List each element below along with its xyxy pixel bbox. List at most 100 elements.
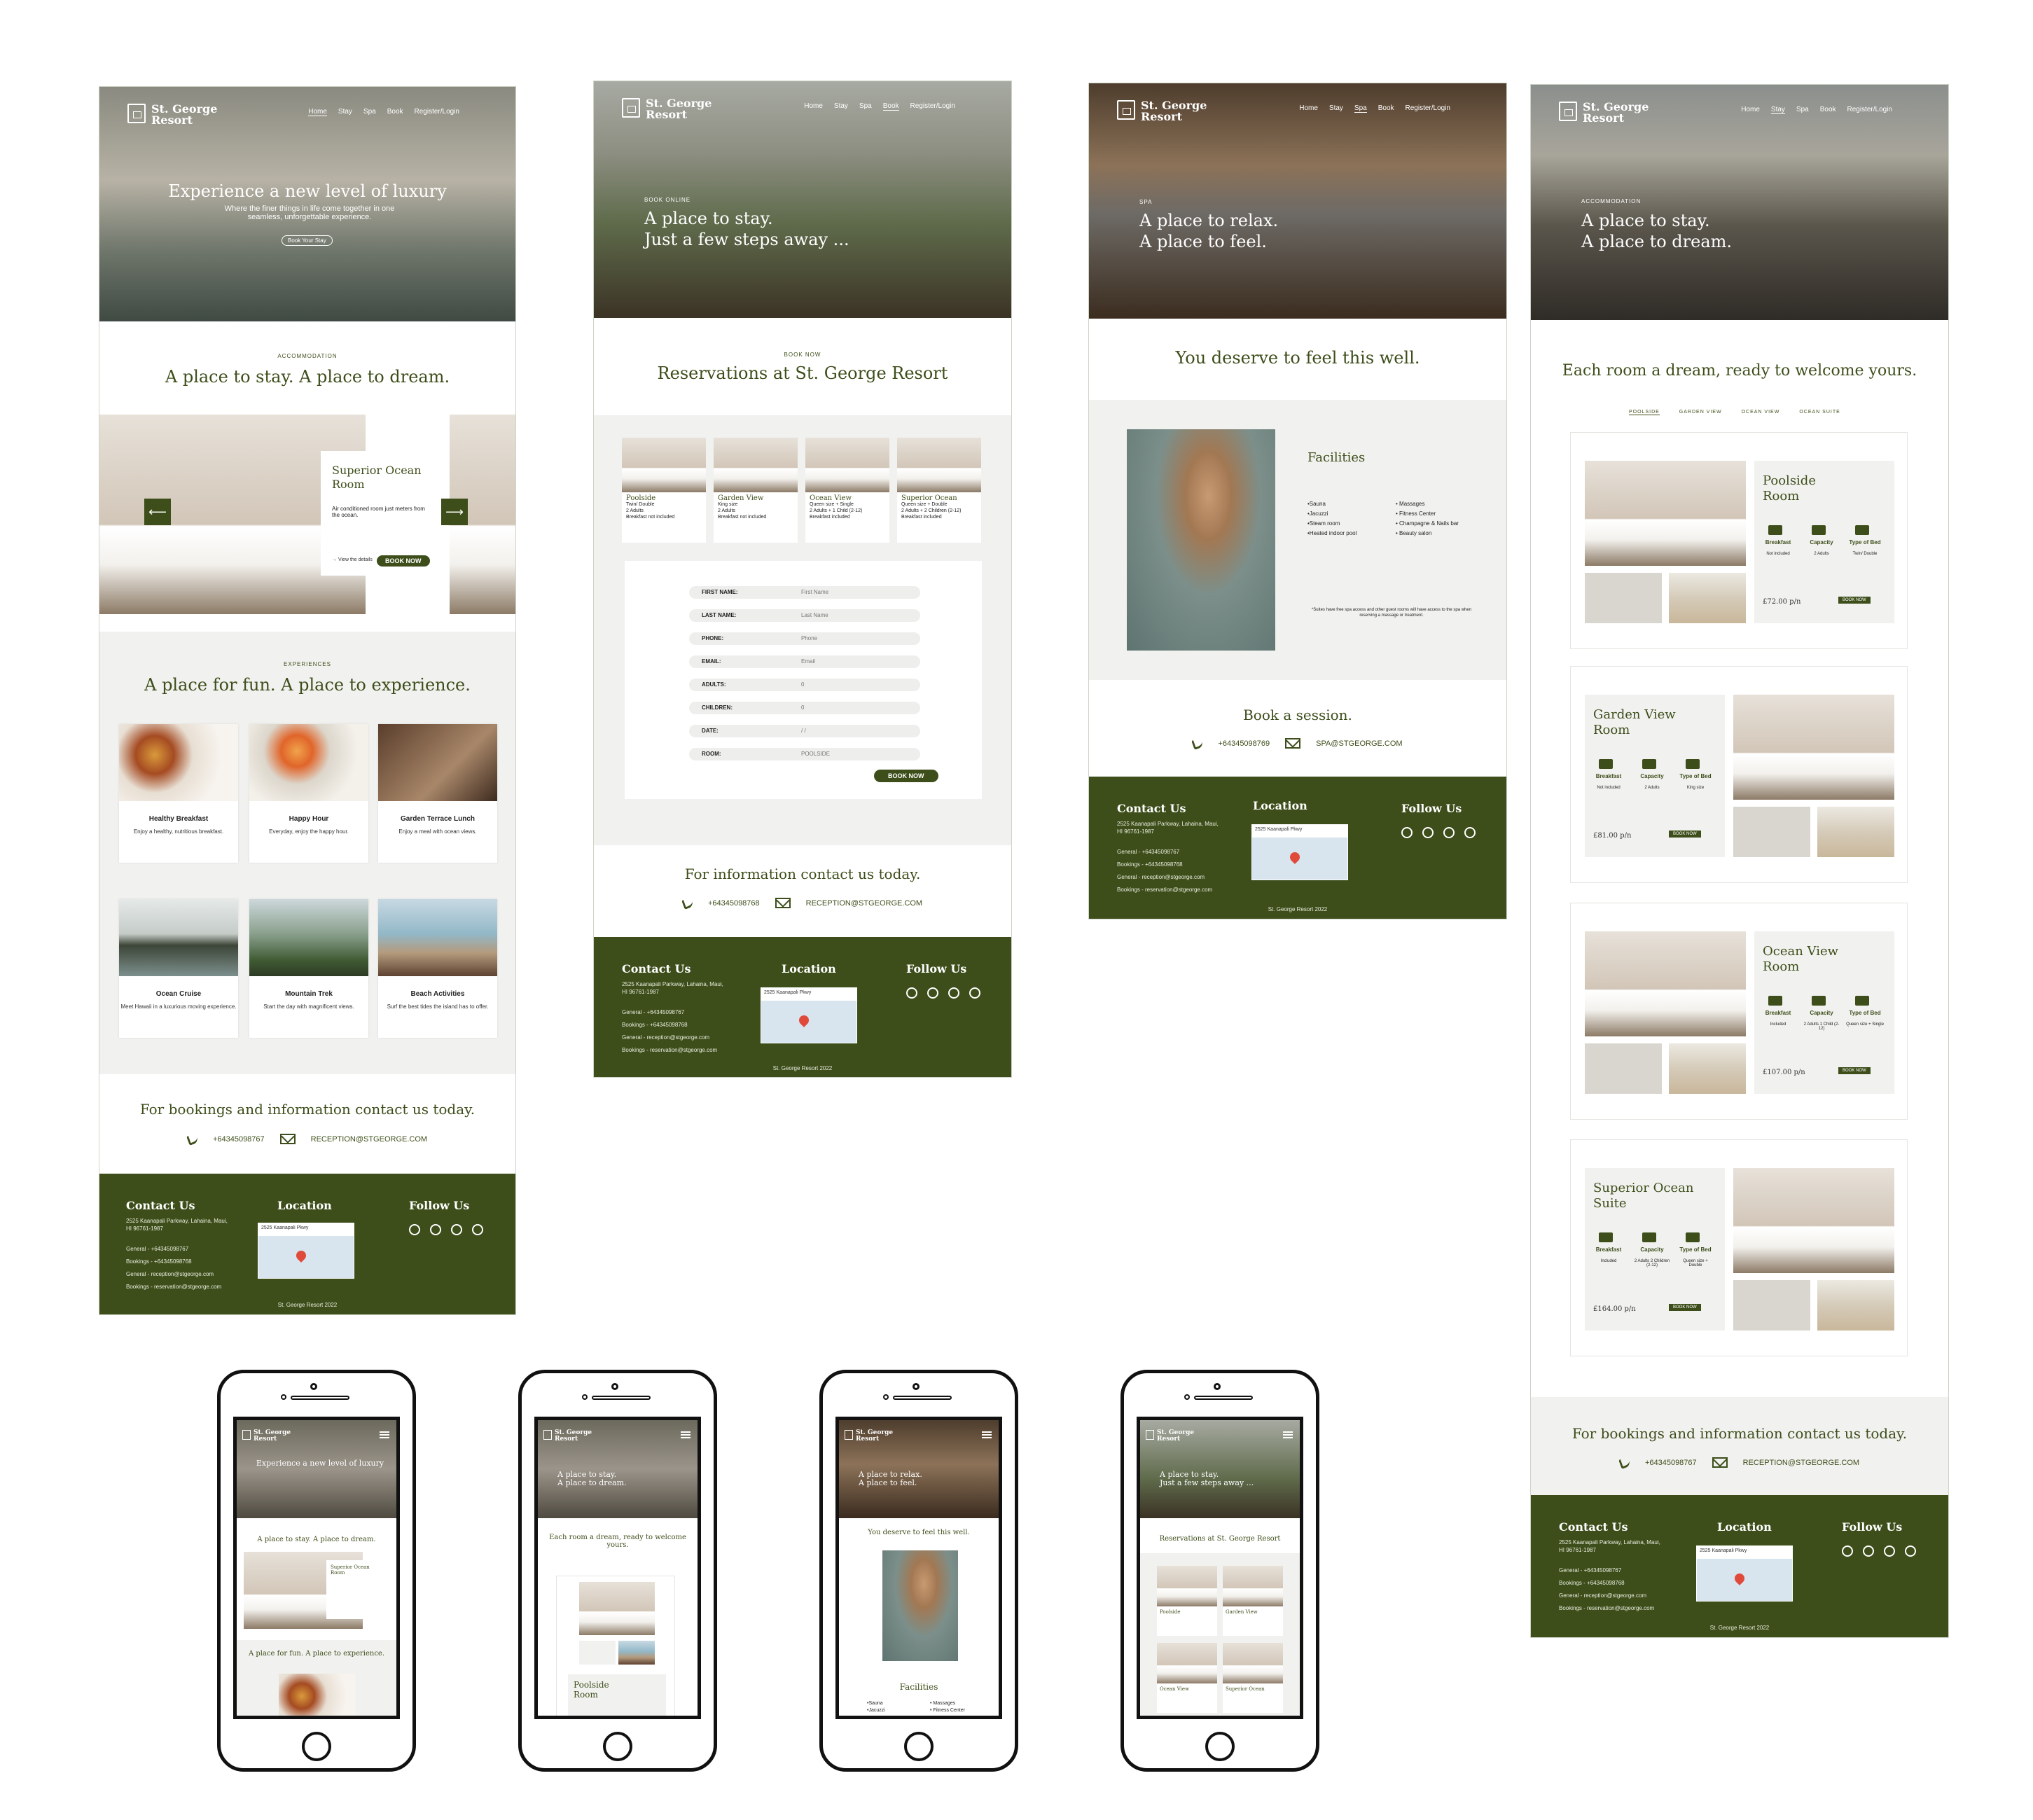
tab-ocean-view[interactable]: OCEAN VIEW bbox=[1742, 410, 1780, 415]
nav-stay[interactable]: Stay bbox=[834, 102, 848, 111]
footer-general-phone[interactable]: General - +64345098767 bbox=[126, 1244, 188, 1255]
brand-logo[interactable]: St. George Resort bbox=[254, 1430, 291, 1443]
instagram-icon[interactable] bbox=[1464, 827, 1476, 838]
brand-logo[interactable]: St. George Resort bbox=[1157, 1430, 1194, 1443]
location-map[interactable]: 2525 Kaanapali Pkwy bbox=[258, 1223, 354, 1279]
nav-register[interactable]: Register/Login bbox=[1847, 106, 1892, 114]
nav-register[interactable]: Register/Login bbox=[910, 102, 955, 111]
carousel-prev-button[interactable]: ⟵ bbox=[144, 499, 171, 525]
facebook-icon[interactable] bbox=[1842, 1545, 1853, 1557]
tab-garden-view[interactable]: GARDEN VIEW bbox=[1679, 410, 1722, 415]
exp-card[interactable]: Garden Terrace Lunch Enjoy a meal with oc… bbox=[378, 724, 497, 863]
instagram-icon[interactable] bbox=[969, 987, 980, 999]
room-option[interactable]: Poolside Twin/ Double 2 Adults Breakfast no… bbox=[622, 438, 706, 543]
linkedin-icon[interactable] bbox=[927, 987, 938, 999]
instagram-icon[interactable] bbox=[1905, 1545, 1916, 1557]
contact-phone[interactable]: +64345098768 bbox=[708, 899, 760, 908]
exp-card[interactable]: Mountain Trek Start the day with magnific… bbox=[249, 899, 368, 1038]
nav-stay[interactable]: Stay bbox=[338, 108, 352, 116]
nav-book[interactable]: Book bbox=[1378, 104, 1394, 113]
view-details-link[interactable]: → View the details bbox=[332, 557, 373, 562]
book-now-button[interactable]: BOOK NOW bbox=[1838, 597, 1871, 604]
linkedin-icon[interactable] bbox=[1422, 827, 1434, 838]
mobile-room-option[interactable]: Superior Ocean bbox=[1223, 1643, 1283, 1713]
footer-general-mail[interactable]: General - reception@stgeorge.com bbox=[1117, 872, 1205, 883]
exp-card[interactable]: Ocean Cruise Meet Hawaii in a luxurious m… bbox=[119, 899, 238, 1038]
contact-phone[interactable]: +64345098767 bbox=[213, 1135, 265, 1144]
contact-email[interactable]: RECEPTION@STGEORGE.COM bbox=[806, 899, 922, 908]
footer-bookings-phone[interactable]: Bookings - +64345098768 bbox=[1117, 859, 1183, 870]
brand-logo[interactable]: St. George Resort bbox=[856, 1430, 893, 1443]
tab-ocean-suite[interactable]: OCEAN SUITE bbox=[1799, 410, 1840, 415]
mobile-room-option[interactable]: Ocean View bbox=[1157, 1643, 1217, 1713]
form-input[interactable]: POOLSIDE bbox=[801, 748, 830, 760]
form-input[interactable]: First Name bbox=[801, 586, 828, 599]
brand-logo[interactable]: St. George Resort bbox=[1141, 100, 1207, 123]
location-map[interactable]: 2525 Kaanapali Pkwy bbox=[1251, 824, 1348, 880]
footer-general-mail[interactable]: General - reception@stgeorge.com bbox=[126, 1269, 214, 1280]
contact-phone[interactable]: +64345098769 bbox=[1218, 739, 1270, 748]
nav-spa[interactable]: Spa bbox=[1796, 106, 1809, 114]
nav-home[interactable]: Home bbox=[1741, 106, 1760, 114]
footer-bookings-phone[interactable]: Bookings - +64345098768 bbox=[1559, 1578, 1625, 1589]
nav-book[interactable]: Book bbox=[387, 108, 403, 116]
brand-logo[interactable]: St. George Resort bbox=[151, 104, 217, 126]
book-stay-button[interactable]: Book Your Stay bbox=[282, 235, 333, 246]
room-option[interactable]: Superior Ocean Queen size + Double 2 Adult… bbox=[897, 438, 981, 543]
footer-bookings-phone[interactable]: Bookings - +64345098768 bbox=[126, 1256, 192, 1267]
menu-icon[interactable] bbox=[380, 1431, 389, 1438]
menu-icon[interactable] bbox=[681, 1431, 691, 1438]
form-input[interactable]: Email bbox=[801, 655, 815, 668]
nav-spa[interactable]: Spa bbox=[363, 108, 376, 116]
footer-bookings-mail[interactable]: Bookings - reservation@stgeorge.com bbox=[1559, 1603, 1654, 1614]
brand-logo[interactable]: St. George Resort bbox=[555, 1430, 592, 1443]
facebook-icon[interactable] bbox=[1401, 827, 1413, 838]
footer-bookings-mail[interactable]: Bookings - reservation@stgeorge.com bbox=[126, 1281, 221, 1293]
brand-logo[interactable]: St. George Resort bbox=[1583, 102, 1649, 124]
twitter-icon[interactable] bbox=[948, 987, 959, 999]
form-input[interactable]: 0 bbox=[801, 679, 804, 691]
twitter-icon[interactable] bbox=[1443, 827, 1455, 838]
footer-bookings-mail[interactable]: Bookings - reservation@stgeorge.com bbox=[1117, 884, 1212, 896]
location-map[interactable]: 2525 Kaanapali Pkwy bbox=[761, 987, 857, 1043]
exp-card[interactable]: Beach Activities Surf the best tides the … bbox=[378, 899, 497, 1038]
form-input[interactable]: Phone bbox=[801, 632, 817, 645]
facebook-icon[interactable] bbox=[409, 1224, 420, 1235]
room-option[interactable]: Ocean View Queen size + Single 2 Adults + … bbox=[805, 438, 889, 543]
twitter-icon[interactable] bbox=[1884, 1545, 1895, 1557]
footer-bookings-phone[interactable]: Bookings - +64345098768 bbox=[622, 1020, 688, 1031]
menu-icon[interactable] bbox=[982, 1431, 992, 1438]
brand-logo[interactable]: St. George Resort bbox=[646, 98, 712, 120]
tab-poolside[interactable]: POOLSIDE bbox=[1629, 410, 1660, 415]
footer-general-mail[interactable]: General - reception@stgeorge.com bbox=[1559, 1590, 1646, 1602]
nav-register[interactable]: Register/Login bbox=[1406, 104, 1450, 113]
nav-stay[interactable]: Stay bbox=[1329, 104, 1343, 113]
mobile-room-option[interactable]: Poolside bbox=[1157, 1566, 1217, 1636]
footer-bookings-mail[interactable]: Bookings - reservation@stgeorge.com bbox=[622, 1045, 717, 1056]
footer-general-phone[interactable]: General - +64345098767 bbox=[1559, 1565, 1621, 1576]
contact-email[interactable]: RECEPTION@STGEORGE.COM bbox=[1743, 1459, 1859, 1467]
twitter-icon[interactable] bbox=[451, 1224, 462, 1235]
contact-email[interactable]: RECEPTION@STGEORGE.COM bbox=[311, 1135, 427, 1144]
form-input[interactable]: 0 bbox=[801, 702, 804, 714]
book-now-button[interactable]: BOOK NOW bbox=[1669, 831, 1701, 838]
form-input[interactable]: / / bbox=[801, 725, 806, 737]
nav-register[interactable]: Register/Login bbox=[415, 108, 459, 116]
book-now-button[interactable]: BOOK NOW bbox=[377, 555, 430, 567]
contact-phone[interactable]: +64345098767 bbox=[1645, 1459, 1697, 1467]
carousel-next-button[interactable]: ⟶ bbox=[441, 499, 468, 525]
facebook-icon[interactable] bbox=[906, 987, 917, 999]
location-map[interactable]: 2525 Kaanapali Pkwy bbox=[1696, 1545, 1793, 1602]
nav-home[interactable]: Home bbox=[1299, 104, 1318, 113]
footer-general-phone[interactable]: General - +64345098767 bbox=[1117, 847, 1179, 858]
nav-book[interactable]: Book bbox=[882, 102, 899, 111]
linkedin-icon[interactable] bbox=[430, 1224, 441, 1235]
nav-book[interactable]: Book bbox=[1820, 106, 1836, 114]
form-input[interactable]: Last Name bbox=[801, 609, 828, 622]
nav-home[interactable]: Home bbox=[308, 108, 327, 116]
nav-stay[interactable]: Stay bbox=[1770, 106, 1785, 114]
footer-general-phone[interactable]: General - +64345098767 bbox=[622, 1007, 684, 1018]
footer-general-mail[interactable]: General - reception@stgeorge.com bbox=[622, 1032, 709, 1043]
exp-card[interactable]: Healthy Breakfast Enjoy a healthy, nutrit… bbox=[119, 724, 238, 863]
book-now-button[interactable]: BOOK NOW bbox=[1838, 1067, 1871, 1074]
